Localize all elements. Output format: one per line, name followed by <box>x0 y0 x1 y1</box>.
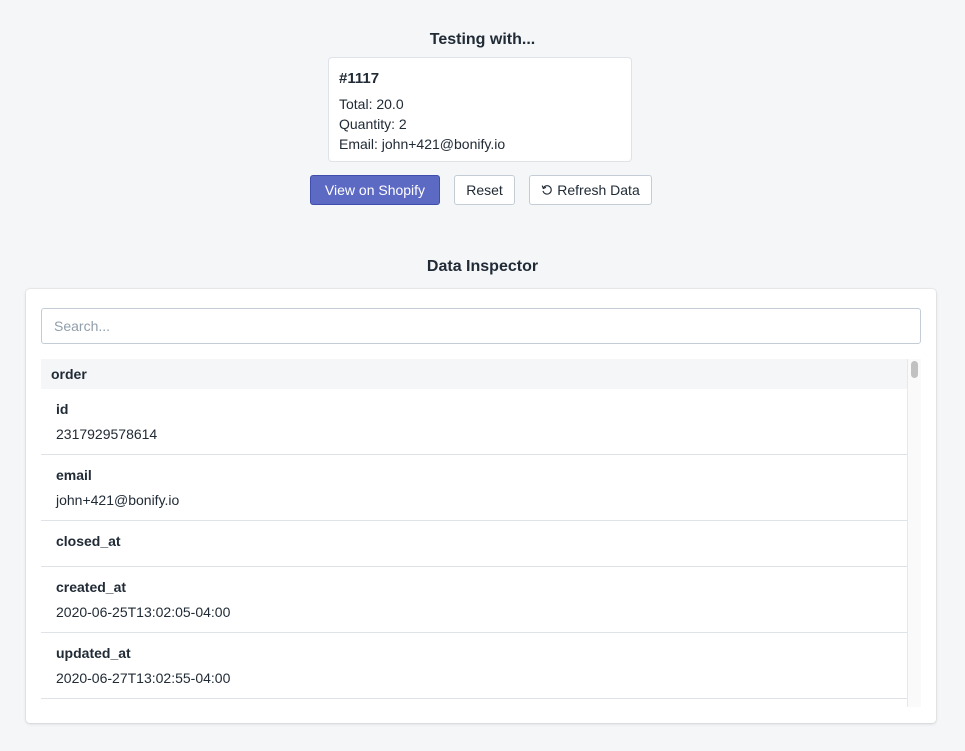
order-email: Email: john+421@bonify.io <box>339 136 506 152</box>
data-value: 2317929578614 <box>56 426 158 442</box>
scrollbar-thumb[interactable] <box>911 361 918 378</box>
refresh-data-label: Refresh Data <box>557 182 640 198</box>
data-value: 2020-06-27T13:02:55-04:00 <box>56 670 231 686</box>
data-row-id: id 2317929578614 <box>41 389 907 455</box>
data-key: email <box>56 467 92 483</box>
data-row-updated-at: updated_at 2020-06-27T13:02:55-04:00 <box>41 633 907 699</box>
view-on-shopify-button[interactable]: View on Shopify <box>310 175 440 205</box>
order-quantity: Quantity: 2 <box>339 116 407 132</box>
data-value: 2020-06-25T13:02:05-04:00 <box>56 604 231 620</box>
data-value: john+421@bonify.io <box>56 492 180 508</box>
refresh-data-button[interactable]: Refresh Data <box>529 175 652 205</box>
testing-title: Testing with... <box>429 31 536 48</box>
data-list-scrollbar[interactable] <box>907 359 921 707</box>
reset-button[interactable]: Reset <box>454 175 515 205</box>
order-number: #1117 <box>339 70 380 87</box>
data-key: updated_at <box>56 645 131 661</box>
search-input[interactable] <box>41 308 921 344</box>
data-key: id <box>56 401 69 417</box>
data-list[interactable]: order id 2317929578614 email john+421@bo… <box>41 359 907 707</box>
data-row-closed-at: closed_at <box>41 521 907 567</box>
order-summary-card: #1117 Total: 20.0 Quantity: 2 Email: joh… <box>328 57 632 162</box>
order-total: Total: 20.0 <box>339 96 404 112</box>
data-row-email: email john+421@bonify.io <box>41 455 907 521</box>
data-key: closed_at <box>56 533 121 549</box>
data-inspector-panel: order id 2317929578614 email john+421@bo… <box>26 289 936 723</box>
group-header-order[interactable]: order <box>41 359 907 389</box>
refresh-icon <box>541 185 553 195</box>
data-key: created_at <box>56 579 127 595</box>
data-row-created-at: created_at 2020-06-25T13:02:05-04:00 <box>41 567 907 633</box>
data-inspector-title: Data Inspector <box>426 258 539 275</box>
